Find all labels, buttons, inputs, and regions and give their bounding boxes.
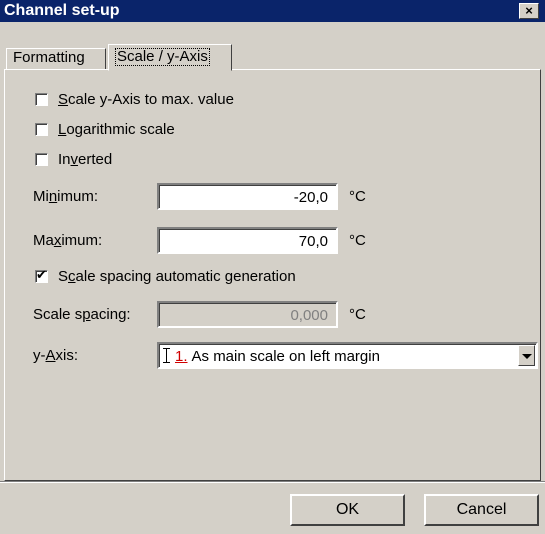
y-axis-label: y-Axis: — [33, 347, 79, 364]
y-axis-select[interactable]: 1. As main scale on left margin — [157, 342, 538, 369]
axis-icon — [163, 348, 171, 363]
dropdown-arrow-icon[interactable] — [518, 345, 535, 366]
close-icon: × — [525, 3, 533, 18]
axis-text: As main scale on left margin — [191, 348, 380, 365]
auto-spacing-label[interactable]: Scale spacing automatic generation — [58, 268, 296, 285]
inverted-checkbox[interactable] — [35, 153, 48, 166]
maximum-unit: °C — [349, 232, 366, 249]
auto-spacing-checkbox[interactable]: ✔ — [35, 267, 48, 283]
maximum-label: Maximum: — [33, 232, 103, 249]
checkmark-icon: ✔ — [36, 267, 47, 282]
axis-number: 1. — [175, 348, 188, 365]
window-title: Channel set-up — [4, 2, 120, 19]
title-bar: Channel set-up × — [0, 0, 545, 22]
tab-label: Formatting — [13, 49, 85, 66]
divider — [0, 481, 545, 483]
minimum-label: Minimum: — [33, 188, 99, 205]
scale-spacing-label: Scale spacing: — [33, 306, 131, 323]
logarithmic-checkbox[interactable] — [35, 123, 48, 136]
inverted-label[interactable]: Inverted — [58, 151, 112, 168]
close-button[interactable]: × — [519, 3, 539, 19]
tab-formatting[interactable]: Formatting — [6, 48, 106, 69]
minimum-input[interactable]: -20,0 — [157, 183, 338, 210]
cancel-button[interactable]: Cancel — [424, 494, 539, 526]
scale-spacing-unit: °C — [349, 306, 366, 323]
scale-spacing-input[interactable]: 0,000 — [157, 301, 338, 328]
maximum-input[interactable]: 70,0 — [157, 227, 338, 254]
scale-to-max-checkbox[interactable] — [35, 93, 48, 106]
tab-label: Scale / y-Axis — [115, 48, 210, 66]
ok-button[interactable]: OK — [290, 494, 405, 526]
tab-scale-y-axis[interactable]: Scale / y-Axis — [108, 44, 232, 71]
logarithmic-label[interactable]: Logarithmic scale — [58, 121, 175, 138]
minimum-unit: °C — [349, 188, 366, 205]
scale-to-max-label[interactable]: Scale y-Axis to max. value — [58, 91, 234, 108]
y-axis-selected-value: 1. As main scale on left margin — [163, 348, 380, 365]
